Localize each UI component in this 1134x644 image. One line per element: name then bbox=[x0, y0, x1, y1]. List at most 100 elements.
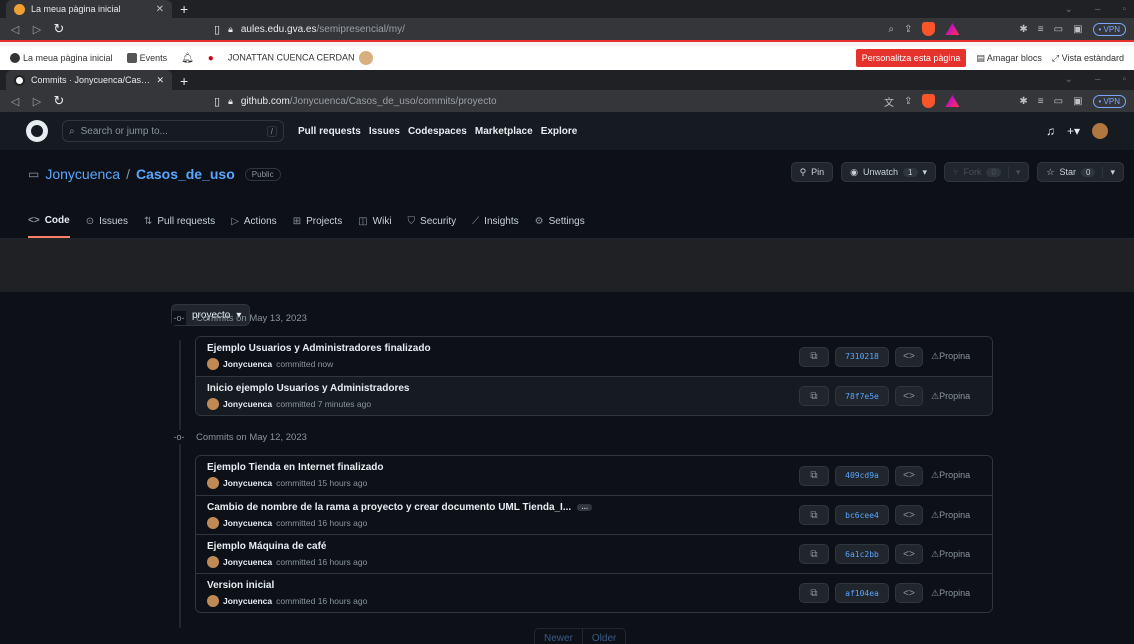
commit-title[interactable]: Version inicial bbox=[207, 580, 799, 591]
repo-owner-link[interactable]: Jonycuenca bbox=[45, 166, 120, 182]
moodle-user-menu[interactable]: JONATTAN CUENCA CERDAN bbox=[228, 51, 373, 65]
commit-sha-button[interactable]: 78f7e5e bbox=[835, 386, 889, 406]
commit-sha-button[interactable]: 6a1c2bb bbox=[835, 544, 889, 564]
commit-sha-button[interactable]: af104ea bbox=[835, 583, 889, 603]
share-icon[interactable]: ⇪ bbox=[904, 24, 912, 35]
star-button[interactable]: ☆ Star 0 ▾ bbox=[1037, 162, 1124, 182]
brave-shield-icon[interactable] bbox=[922, 22, 936, 36]
hide-blocks-button[interactable]: ▤ Amagar blocs bbox=[976, 53, 1042, 64]
playlist-icon[interactable]: ≡ bbox=[1038, 96, 1044, 107]
commit-title[interactable]: Cambio de nombre de la rama a proyecto y… bbox=[207, 502, 799, 513]
vpn-button[interactable]: • VPN bbox=[1092, 94, 1126, 108]
table-row[interactable]: Ejemplo Máquina de café Jonycuenca commit… bbox=[196, 534, 992, 573]
moodle-home-link[interactable]: La meua pàgina inicial bbox=[10, 53, 113, 64]
standard-view-button[interactable]: ⤢ Vista estàndard bbox=[1052, 53, 1124, 64]
table-row[interactable]: Ejemplo Usuarios y Administradores final… bbox=[196, 337, 992, 376]
commit-title[interactable]: Ejemplo Usuarios y Administradores final… bbox=[207, 343, 799, 354]
search-input[interactable]: ⌕ Search or jump to... / bbox=[62, 120, 284, 142]
table-row[interactable]: Inicio ejemplo Usuarios y Administradore… bbox=[196, 376, 992, 415]
new-tab-icon[interactable]: + bbox=[180, 0, 188, 18]
tab-projects[interactable]: ⊞ Projects bbox=[293, 215, 343, 238]
copy-icon[interactable]: ⧉ bbox=[799, 386, 829, 406]
newer-button[interactable]: Newer bbox=[535, 629, 583, 644]
chevron-down-icon[interactable]: ⌄ bbox=[1065, 74, 1073, 85]
commit-author[interactable]: Jonycuenca bbox=[223, 359, 272, 369]
translate-icon[interactable]: 文 bbox=[884, 94, 894, 109]
tab-security[interactable]: ⛉ Security bbox=[408, 215, 457, 238]
tab-actions[interactable]: ▷ Actions bbox=[231, 215, 277, 238]
fork-button[interactable]: ⑂ Fork 0 ▾ bbox=[944, 162, 1030, 182]
brave-rewards-icon[interactable] bbox=[945, 23, 960, 35]
propina-extension[interactable]: ⚠Propina bbox=[931, 351, 981, 362]
nav-explore[interactable]: Explore bbox=[541, 126, 578, 137]
tab-pull-requests[interactable]: ⇅ Pull requests bbox=[144, 215, 215, 238]
extensions-icon[interactable]: ✱ bbox=[1019, 24, 1027, 35]
reload-icon[interactable]: ↻ bbox=[52, 93, 66, 109]
tab-settings[interactable]: ⚙ Settings bbox=[535, 215, 585, 238]
tab-issues[interactable]: ⊙ Issues bbox=[86, 215, 128, 238]
propina-extension[interactable]: ⚠Propina bbox=[931, 470, 981, 481]
browse-code-icon[interactable]: <> bbox=[895, 583, 923, 603]
table-row[interactable]: Version inicial Jonycuenca committed 16 h… bbox=[196, 573, 992, 612]
tab-insights[interactable]: ⟋ Insights bbox=[472, 215, 518, 238]
notifications-icon[interactable]: ♫ bbox=[1046, 124, 1055, 138]
tab-wiki[interactable]: ◫ Wiki bbox=[358, 215, 391, 238]
minimize-icon[interactable]: – bbox=[1095, 74, 1101, 85]
chevron-down-icon[interactable]: ⌄ bbox=[1065, 4, 1073, 15]
share-icon[interactable]: ⇪ bbox=[904, 96, 912, 107]
unwatch-button[interactable]: ◉ Unwatch 1 ▾ bbox=[841, 162, 937, 182]
propina-extension[interactable]: ⚠Propina bbox=[931, 588, 981, 599]
close-icon[interactable]: ✕ bbox=[156, 4, 164, 15]
back-icon[interactable]: ◁ bbox=[8, 23, 22, 36]
commit-author[interactable]: Jonycuenca bbox=[223, 399, 272, 409]
create-new-icon[interactable]: +▾ bbox=[1067, 124, 1080, 138]
commit-title[interactable]: Ejemplo Máquina de café bbox=[207, 541, 799, 552]
avatar[interactable] bbox=[1092, 123, 1108, 139]
table-row[interactable]: Cambio de nombre de la rama a proyecto y… bbox=[196, 495, 992, 534]
copy-icon[interactable]: ⧉ bbox=[799, 544, 829, 564]
close-icon[interactable]: ✕ bbox=[156, 75, 164, 86]
nav-issues[interactable]: Issues bbox=[369, 126, 400, 137]
sidebar-icon[interactable]: ▭ bbox=[1054, 96, 1063, 107]
bookmark-icon[interactable]: ▯ bbox=[214, 95, 220, 108]
copy-icon[interactable]: ⧉ bbox=[799, 465, 829, 486]
url-field[interactable]: aules.edu.gva.es/semipresencial/my/ bbox=[241, 24, 881, 35]
commit-author[interactable]: Jonycuenca bbox=[223, 557, 272, 567]
forward-icon[interactable]: ▷ bbox=[30, 95, 44, 108]
copy-icon[interactable]: ⧉ bbox=[799, 505, 829, 525]
browse-code-icon[interactable]: <> bbox=[895, 505, 923, 525]
minimize-icon[interactable]: – bbox=[1095, 4, 1101, 15]
brave-rewards-icon[interactable] bbox=[945, 95, 960, 107]
wallet-icon[interactable]: ▣ bbox=[1073, 96, 1082, 107]
older-button[interactable]: Older bbox=[583, 629, 625, 644]
browser-tab-moodle[interactable]: La meua pàgina inicial ✕ bbox=[6, 0, 172, 18]
commit-sha-button[interactable]: bc6cee4 bbox=[835, 505, 889, 525]
commit-author[interactable]: Jonycuenca bbox=[223, 518, 272, 528]
browser-tab-github[interactable]: Commits · Jonycuenca/Casos de uso ✕ bbox=[6, 70, 172, 90]
browse-code-icon[interactable]: <> bbox=[895, 465, 923, 486]
copy-icon[interactable]: ⧉ bbox=[799, 346, 829, 367]
extensions-icon[interactable]: ✱ bbox=[1019, 96, 1027, 107]
brave-shield-icon[interactable] bbox=[922, 94, 936, 108]
zoom-icon[interactable]: ⌕ bbox=[888, 24, 894, 35]
chat-icon[interactable]: ● bbox=[208, 53, 214, 64]
commit-title[interactable]: Ejemplo Tienda en Internet finalizado bbox=[207, 462, 799, 473]
playlist-icon[interactable]: ≡ bbox=[1038, 24, 1044, 35]
repo-name-link[interactable]: Casos_de_uso bbox=[136, 166, 235, 182]
propina-extension[interactable]: ⚠Propina bbox=[931, 391, 981, 402]
nav-pull-requests[interactable]: Pull requests bbox=[298, 126, 361, 137]
commit-title[interactable]: Inicio ejemplo Usuarios y Administradore… bbox=[207, 383, 799, 394]
sidebar-icon[interactable]: ▭ bbox=[1054, 24, 1063, 35]
nav-codespaces[interactable]: Codespaces bbox=[408, 126, 467, 137]
wallet-icon[interactable]: ▣ bbox=[1073, 24, 1082, 35]
vpn-button[interactable]: • VPN bbox=[1092, 22, 1126, 36]
commit-sha-button[interactable]: 7310218 bbox=[835, 346, 889, 367]
forward-icon[interactable]: ▷ bbox=[30, 23, 44, 36]
commit-sha-button[interactable]: 409cd9a bbox=[835, 465, 889, 486]
nav-marketplace[interactable]: Marketplace bbox=[475, 126, 533, 137]
customize-page-button[interactable]: Personalitza esta pàgina bbox=[855, 49, 967, 67]
reload-icon[interactable]: ↻ bbox=[52, 21, 66, 37]
maximize-icon[interactable]: ▫ bbox=[1122, 74, 1126, 85]
github-logo-icon[interactable] bbox=[26, 120, 48, 142]
commit-author[interactable]: Jonycuenca bbox=[223, 478, 272, 488]
